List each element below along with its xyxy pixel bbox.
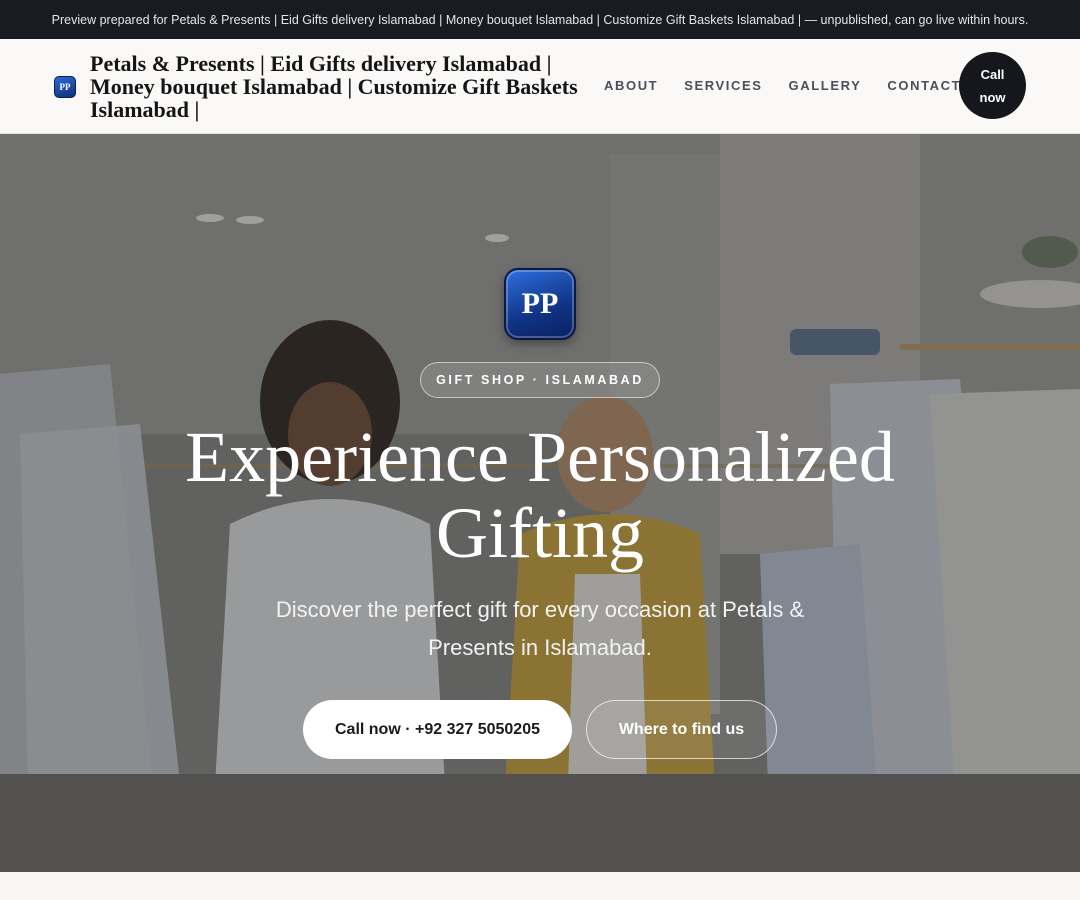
brand-logo-icon[interactable]: PP — [54, 75, 76, 98]
find-us-button[interactable]: Where to find us — [586, 700, 777, 759]
call-now-button[interactable]: Call now · +92 327 5050205 — [303, 700, 572, 759]
preview-banner: Preview prepared for Petals & Presents |… — [0, 0, 1080, 39]
site-header: PP Petals & Presents | Eid Gifts deliver… — [0, 39, 1080, 134]
header-call-button[interactable]: Call now — [959, 52, 1026, 119]
nav-link-services[interactable]: SERVICES — [684, 78, 762, 93]
hero-subtitle: Discover the perfect gift for every occa… — [275, 597, 805, 660]
nav-link-about[interactable]: ABOUT — [604, 78, 658, 93]
preview-banner-text: Preview prepared for Petals & Presents |… — [51, 12, 1029, 27]
category-badge: GIFT SHOP · ISLAMABAD — [420, 362, 660, 398]
hero-title: Experience Personalized Gifting — [185, 417, 895, 573]
brand-title[interactable]: Petals & Presents | Eid Gifts delivery I… — [90, 52, 595, 121]
hero-logo-icon: PP — [504, 268, 576, 340]
hero-section: PP GIFT SHOP · ISLAMABAD Experience Pers… — [0, 134, 1080, 872]
main-nav: ABOUT SERVICES GALLERY CONTACT — [604, 78, 961, 93]
next-section — [0, 872, 1080, 900]
nav-link-gallery[interactable]: GALLERY — [789, 78, 862, 93]
brand[interactable]: PP Petals & Presents | Eid Gifts deliver… — [54, 52, 595, 121]
nav-link-contact[interactable]: CONTACT — [887, 78, 961, 93]
